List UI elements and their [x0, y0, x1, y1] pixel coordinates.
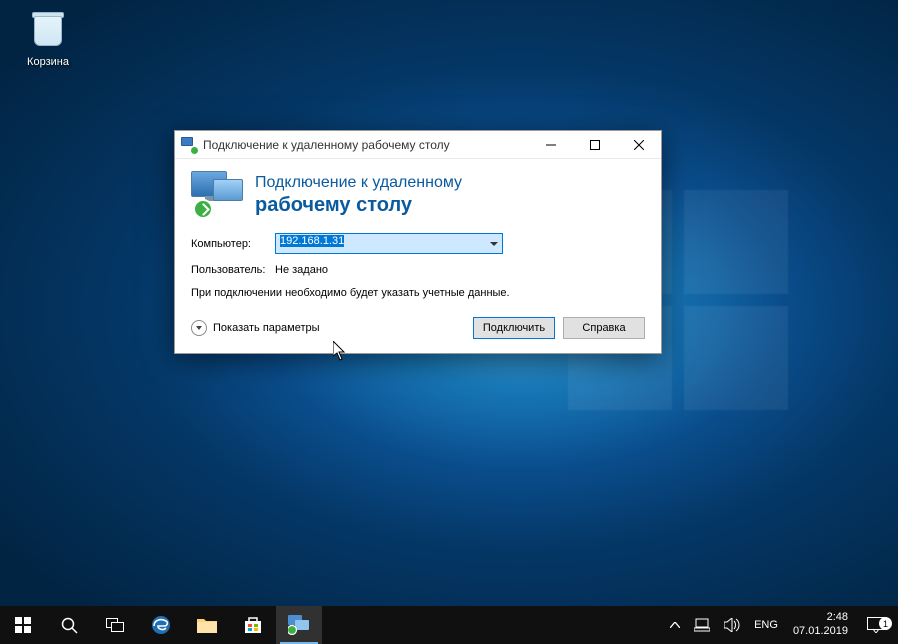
- tray-clock[interactable]: 2:48 07.01.2019: [785, 611, 856, 639]
- tray-language-button[interactable]: ENG: [747, 606, 785, 644]
- edge-icon: [151, 615, 171, 635]
- minimize-button[interactable]: [529, 131, 573, 159]
- desktop-icon-recycle-bin[interactable]: Корзина: [18, 6, 78, 70]
- action-center-button[interactable]: 1: [856, 617, 896, 633]
- show-options-label: Показать параметры: [213, 322, 320, 334]
- rdp-titlebar-icon: [181, 137, 197, 153]
- tray-time: 2:48: [793, 611, 848, 625]
- dialog-heading-line1: Подключение к удаленному: [255, 173, 462, 193]
- computer-input[interactable]: 192.168.1.31: [275, 233, 503, 254]
- dialog-titlebar[interactable]: Подключение к удаленному рабочему столу: [175, 131, 661, 159]
- desktop-icon-label: Корзина: [27, 56, 69, 68]
- network-icon: [694, 618, 710, 632]
- system-tray: ENG 2:48 07.01.2019 1: [661, 606, 898, 644]
- store-icon: [244, 616, 262, 634]
- credential-hint: При подключении необходимо будет указать…: [191, 286, 511, 301]
- computer-label: Компьютер:: [191, 238, 275, 250]
- taskbar-app-edge[interactable]: [138, 606, 184, 644]
- tray-language-label: ENG: [754, 619, 778, 631]
- chevron-up-icon: [670, 622, 680, 628]
- taskbar: ENG 2:48 07.01.2019 1: [0, 606, 898, 644]
- tray-date: 07.01.2019: [793, 625, 848, 639]
- rdp-taskbar-icon: [288, 615, 310, 635]
- search-button[interactable]: [46, 606, 92, 644]
- rdp-hero-icon: [191, 171, 243, 219]
- volume-icon: [724, 618, 740, 632]
- taskbar-app-explorer[interactable]: [184, 606, 230, 644]
- rdp-dialog: Подключение к удаленному рабочему столу …: [174, 130, 662, 354]
- chevron-down-circle-icon: [191, 320, 207, 336]
- search-icon: [61, 617, 78, 634]
- dialog-heading-line2: рабочему столу: [255, 193, 462, 218]
- computer-combobox[interactable]: 192.168.1.31: [275, 233, 503, 254]
- folder-icon: [197, 617, 217, 633]
- user-value: Не задано: [275, 264, 328, 276]
- dialog-title: Подключение к удаленному рабочему столу: [203, 138, 529, 152]
- notification-badge: 1: [879, 617, 892, 630]
- tray-overflow-button[interactable]: [663, 606, 687, 644]
- windows-start-icon: [15, 617, 31, 633]
- tray-volume-button[interactable]: [717, 606, 747, 644]
- start-button[interactable]: [0, 606, 46, 644]
- connect-button[interactable]: Подключить: [473, 317, 555, 339]
- help-button[interactable]: Справка: [563, 317, 645, 339]
- taskbar-app-store[interactable]: [230, 606, 276, 644]
- recycle-bin-icon: [26, 6, 70, 50]
- chevron-down-icon[interactable]: [486, 234, 502, 253]
- user-label: Пользователь:: [191, 264, 275, 276]
- close-button[interactable]: [617, 131, 661, 159]
- task-view-button[interactable]: [92, 606, 138, 644]
- task-view-icon: [106, 618, 124, 632]
- tray-network-button[interactable]: [687, 606, 717, 644]
- show-options-toggle[interactable]: Показать параметры: [191, 320, 320, 336]
- maximize-button[interactable]: [573, 131, 617, 159]
- taskbar-app-rdp[interactable]: [276, 606, 322, 644]
